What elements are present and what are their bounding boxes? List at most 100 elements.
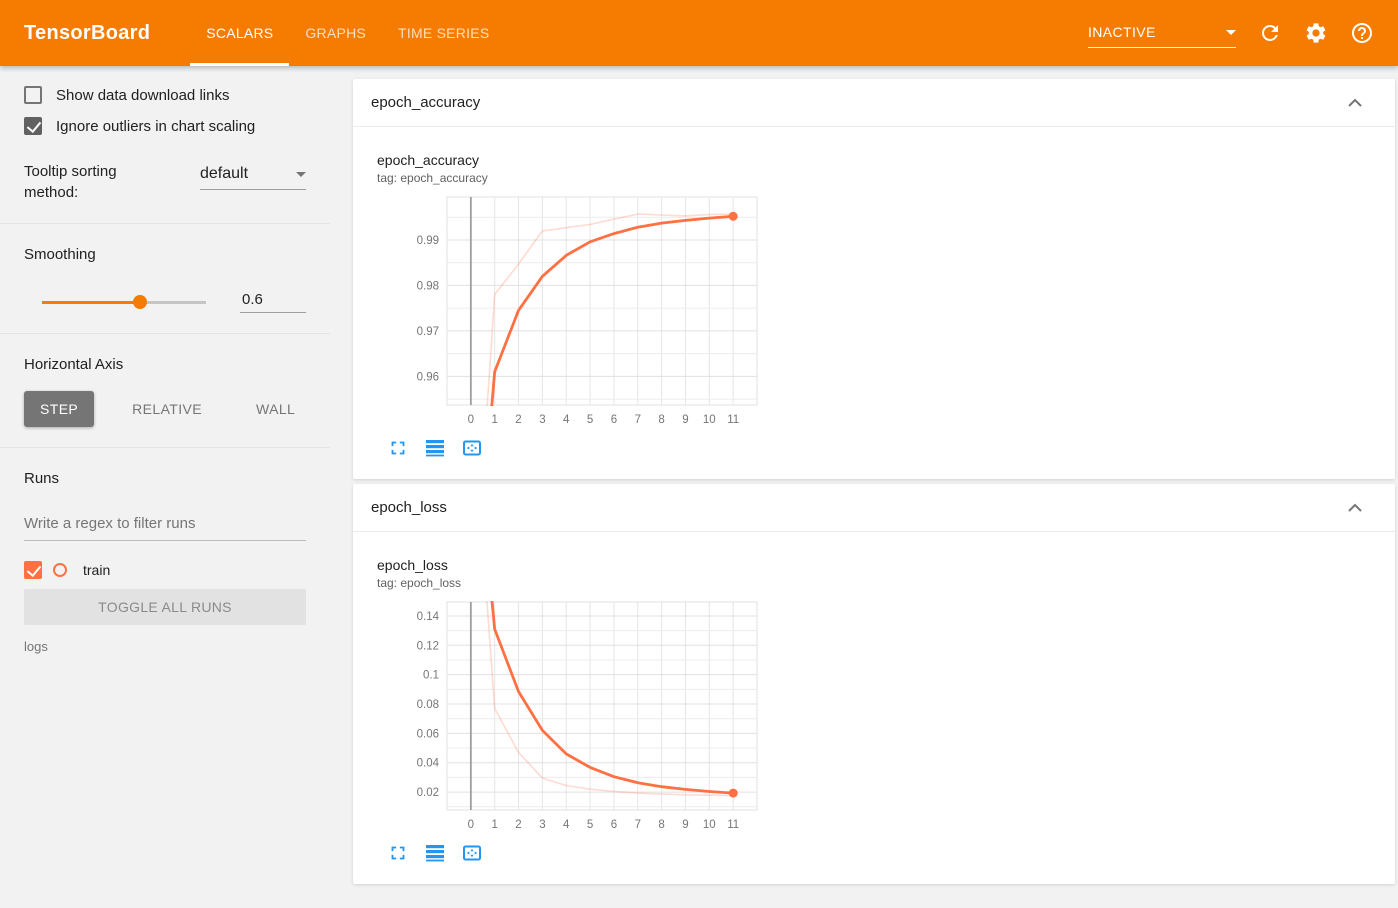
settings-button[interactable] [1304,21,1328,45]
horizontal-axis-label: Horizontal Axis [24,356,124,373]
tooltip-sorting-dropdown[interactable]: default [200,165,306,190]
ignore-outliers-label: Ignore outliers in chart scaling [56,117,256,135]
svg-text:11: 11 [727,819,739,831]
run-row-train[interactable]: train [24,561,306,579]
fit-to-box-icon [463,440,481,456]
gear-icon [1306,23,1326,43]
svg-text:5: 5 [587,819,593,831]
axis-step-button[interactable]: STEP [24,391,95,427]
toggle-y-axis-button[interactable] [424,842,446,864]
svg-text:6: 6 [611,414,617,426]
show-download-links-checkbox[interactable] [24,86,42,104]
svg-text:0.08: 0.08 [417,699,439,711]
svg-text:0.96: 0.96 [417,371,439,383]
smoothing-slider-thumb[interactable] [133,295,148,309]
svg-text:3: 3 [539,414,545,426]
app-title: TensorBoard [24,21,151,44]
epoch-accuracy-chart[interactable]: 0.96 0.97 0.98 0.99 0 1 2 3 4 5 6 7 8 9 10 11 [377,191,769,427]
topbar: TensorBoard SCALARS GRAPHS TIME SERIES I… [0,0,1398,66]
svg-text:8: 8 [658,414,664,426]
fullscreen-icon [391,441,405,455]
logdir-label: logs [24,639,48,654]
svg-text:7: 7 [635,819,641,831]
svg-text:3: 3 [539,819,545,831]
svg-text:10: 10 [703,414,716,426]
svg-text:0.02: 0.02 [417,787,439,799]
svg-text:4: 4 [563,414,570,426]
card-epoch-loss-body: epoch_loss tag: epoch_loss 0.02 0.04 0.06 0… [353,532,1395,884]
tab-time-series[interactable]: TIME SERIES [382,0,505,66]
chevron-down-icon [296,171,306,177]
show-download-links-label: Show data download links [56,86,230,104]
run-train-checkbox[interactable] [24,561,42,579]
svg-text:6: 6 [611,819,617,831]
help-icon [1352,23,1372,43]
runs-heading: Runs [24,470,60,487]
tab-scalars[interactable]: SCALARS [190,0,290,66]
expand-card-button[interactable] [387,842,409,864]
card-title: epoch_accuracy [371,94,481,111]
horizontal-axis-section: Horizontal Axis STEP RELATIVE WALL [0,334,330,448]
svg-text:1: 1 [491,414,497,426]
svg-text:1: 1 [491,819,497,831]
general-settings-section: Show data download links Ignore outliers… [0,66,330,224]
refresh-button[interactable] [1258,21,1282,45]
fit-domain-button[interactable] [461,842,483,864]
tooltip-sorting-value: default [200,165,249,182]
fit-to-box-icon [463,845,481,861]
epoch-loss-chart[interactable]: 0.02 0.04 0.06 0.08 0.1 0.12 0.14 0 1 2 3 4 5 6 7 8 9 10 1… [377,596,769,832]
run-train-label: train [83,562,111,578]
svg-text:5: 5 [587,414,593,426]
run-color-swatch [53,563,67,577]
smoothing-slider-fill [42,301,141,304]
svg-text:0.14: 0.14 [417,611,440,623]
axis-wall-button[interactable]: WALL [240,391,311,427]
card-epoch-accuracy-header[interactable]: epoch_accuracy [353,79,1395,127]
svg-text:0: 0 [468,414,474,426]
chart-title: epoch_accuracy [377,152,479,168]
tab-graphs[interactable]: GRAPHS [289,0,382,66]
svg-text:0.04: 0.04 [417,758,440,770]
toggle-all-runs-button[interactable]: TOGGLE ALL RUNS [24,589,306,625]
runs-filter-input[interactable] [24,511,306,541]
fit-domain-button[interactable] [461,437,483,459]
svg-text:0: 0 [468,819,474,831]
svg-text:0.99: 0.99 [417,235,439,247]
axis-relative-button[interactable]: RELATIVE [116,391,218,427]
svg-text:8: 8 [658,819,664,831]
tab-bar: SCALARS GRAPHS TIME SERIES [190,0,505,66]
chevron-down-icon [1226,29,1236,35]
reload-status-label: INACTIVE [1088,24,1156,40]
svg-text:0.12: 0.12 [417,640,439,652]
svg-text:0.06: 0.06 [417,728,439,740]
help-button[interactable] [1350,21,1374,45]
svg-text:2: 2 [515,819,521,831]
chart-tag: tag: epoch_loss [377,576,462,590]
chevron-up-icon[interactable] [1348,98,1362,107]
svg-text:0.1: 0.1 [423,670,439,682]
svg-text:4: 4 [563,819,570,831]
svg-text:2: 2 [515,414,521,426]
tooltip-sorting-row: Tooltip sorting method: default [24,161,306,203]
dashboard-main: epoch_accuracy epoch_accuracy tag: epoch… [330,66,1398,908]
smoothing-value-field[interactable]: 0.6 [240,291,306,313]
expand-card-button[interactable] [387,437,409,459]
card-epoch-loss-header[interactable]: epoch_loss [353,484,1395,532]
ignore-outliers-row[interactable]: Ignore outliers in chart scaling [24,117,306,135]
toggle-y-axis-button[interactable] [424,437,446,459]
reload-status-dropdown[interactable]: INACTIVE [1088,24,1236,48]
show-download-links-row[interactable]: Show data download links [24,86,306,104]
y-axis-lines-icon [426,845,444,862]
smoothing-slider[interactable] [42,295,206,309]
svg-text:10: 10 [703,819,716,831]
y-axis-lines-icon [426,440,444,457]
chevron-up-icon[interactable] [1348,503,1362,512]
card-title: epoch_loss [371,499,447,516]
tooltip-sorting-label: Tooltip sorting method: [24,163,117,201]
card-epoch-loss: epoch_loss epoch_loss tag: epoch_loss 0.… [353,484,1395,884]
runs-section: Runs train TOGGLE ALL RUNS logs [0,448,330,674]
card-epoch-accuracy: epoch_accuracy epoch_accuracy tag: epoch… [353,79,1395,479]
ignore-outliers-checkbox[interactable] [24,117,42,135]
svg-text:0.98: 0.98 [417,280,439,292]
chart-tag: tag: epoch_accuracy [377,171,488,185]
